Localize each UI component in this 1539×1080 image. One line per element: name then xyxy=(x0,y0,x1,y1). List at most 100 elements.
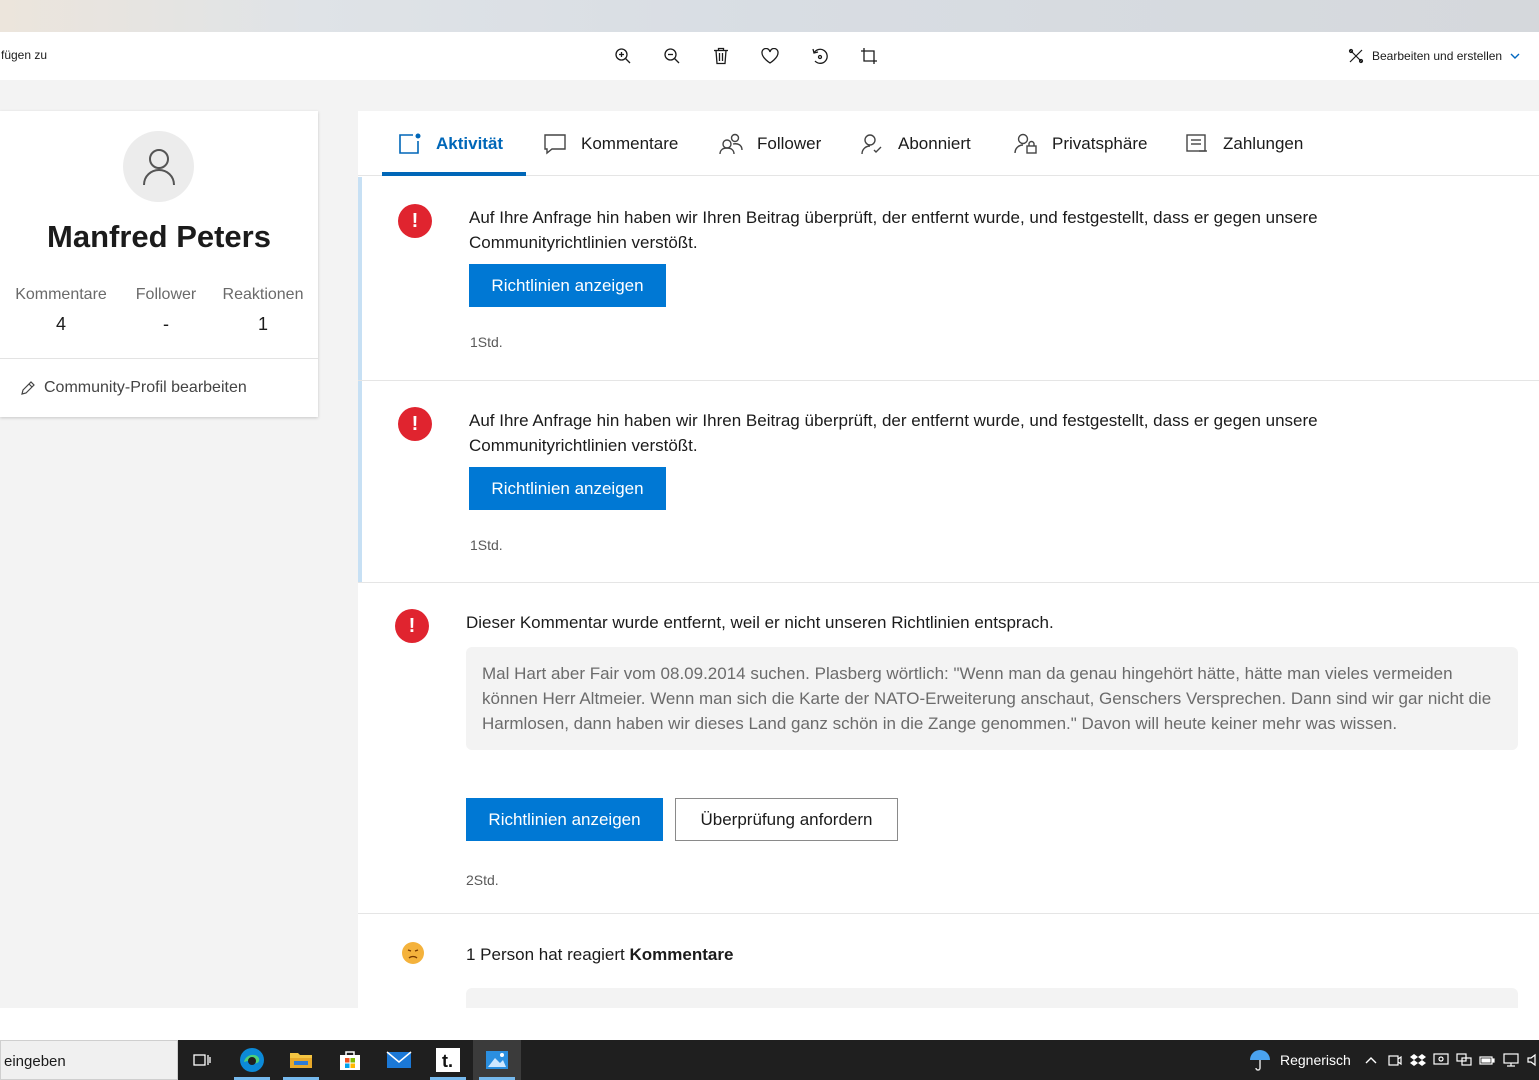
show-hidden-icons-button[interactable] xyxy=(1363,1052,1379,1068)
activity-time: 1Std. xyxy=(470,334,503,350)
task-view-button[interactable] xyxy=(178,1040,226,1080)
tab-followers[interactable]: Follower xyxy=(719,111,821,176)
activity-text: Auf Ihre Anfrage hin haben wir Ihren Bei… xyxy=(469,208,1318,252)
reaction-target[interactable]: Kommentare xyxy=(629,945,733,964)
angry-emoji-icon xyxy=(402,942,424,964)
crop-button[interactable] xyxy=(857,44,881,68)
tab-label: Privatsphäre xyxy=(1052,133,1148,153)
tab-subscribed[interactable]: Abonniert xyxy=(860,111,971,176)
chevron-down-icon xyxy=(1510,53,1520,59)
view-guidelines-button[interactable]: Richtlinien anzeigen xyxy=(466,798,663,841)
content-area: Manfred Peters Kommentare 4 Follower - R… xyxy=(0,80,1539,1008)
trash-icon xyxy=(714,47,728,65)
crop-icon xyxy=(861,48,877,64)
profile-name: Manfred Peters xyxy=(47,219,271,254)
volume-icon xyxy=(1527,1053,1536,1067)
window-bottom-strip xyxy=(0,1008,1539,1040)
stat-reactions: Reaktionen 1 xyxy=(214,286,312,335)
zoom-in-icon xyxy=(615,48,631,64)
activity-time: 1Std. xyxy=(470,537,503,553)
pencil-icon xyxy=(21,381,35,395)
delete-button[interactable] xyxy=(709,44,733,68)
store-button[interactable] xyxy=(326,1040,374,1080)
zoom-out-button[interactable] xyxy=(660,44,684,68)
tray-camera[interactable] xyxy=(1387,1052,1403,1068)
request-review-button[interactable]: Überprüfung anfordern xyxy=(675,798,898,841)
followers-icon xyxy=(719,133,743,154)
add-to-label[interactable]: fügen zu xyxy=(1,48,47,62)
tab-payments[interactable]: Zahlungen xyxy=(1185,111,1303,176)
stat-value: 1 xyxy=(257,314,268,334)
activity-panel: Aktivität Kommentare Follower Abonniert … xyxy=(358,111,1539,1008)
activity-item: ! Dieser Kommentar wurde entfernt, weil … xyxy=(358,583,1539,913)
tab-label: Follower xyxy=(757,133,822,153)
mail-button[interactable] xyxy=(375,1040,423,1080)
activity-icon xyxy=(399,133,421,154)
taskbar: eingeben t. Regnerisch xyxy=(0,1040,1539,1080)
activity-text: Dieser Kommentar wurde entfernt, weil er… xyxy=(466,613,1054,632)
tray-monitor[interactable] xyxy=(1503,1052,1519,1068)
photos-icon xyxy=(486,1051,508,1069)
file-explorer-button[interactable] xyxy=(277,1040,325,1080)
edit-create-icon xyxy=(1348,48,1364,64)
tray-display[interactable] xyxy=(1433,1052,1449,1068)
profile-divider xyxy=(0,358,318,359)
tab-activity[interactable]: Aktivität xyxy=(398,111,503,176)
view-guidelines-button[interactable]: Richtlinien anzeigen xyxy=(469,467,666,510)
zoom-in-button[interactable] xyxy=(611,44,635,68)
edit-create-label: Bearbeiten und erstellen xyxy=(1372,49,1503,63)
task-view-icon xyxy=(193,1054,211,1066)
tab-privacy[interactable]: Privatsphäre xyxy=(1014,111,1147,176)
tray-network[interactable] xyxy=(1456,1052,1472,1068)
tray-dropbox[interactable] xyxy=(1410,1052,1426,1068)
reaction-text: 1 Person hat reagiert Kommentare xyxy=(466,942,1426,967)
network-icon xyxy=(1456,1053,1472,1066)
svg-text:t.: t. xyxy=(442,1051,453,1071)
favorite-button[interactable] xyxy=(758,44,782,68)
activity-time: 2Std. xyxy=(466,872,499,888)
weather-widget[interactable]: Regnerisch xyxy=(1248,1040,1351,1080)
alert-icon: ! xyxy=(398,407,432,441)
folder-icon xyxy=(290,1053,312,1068)
privacy-icon xyxy=(1014,133,1037,154)
activity-item: ! Auf Ihre Anfrage hin haben wir Ihren B… xyxy=(358,177,1539,380)
alert-icon: ! xyxy=(395,609,429,643)
removed-comment-quote: Mal Hart aber Fair vom 08.09.2014 suchen… xyxy=(466,647,1518,750)
tray-battery[interactable] xyxy=(1479,1052,1495,1068)
edit-profile-label: Community-Profil bearbeiten xyxy=(44,379,247,396)
photos-button[interactable] xyxy=(473,1040,521,1080)
payments-icon xyxy=(1186,133,1207,152)
profile-card: Manfred Peters Kommentare 4 Follower - R… xyxy=(0,111,318,417)
view-guidelines-button[interactable]: Richtlinien anzeigen xyxy=(469,264,666,307)
photo-toolbar: fügen zu Bearbeiten und erstellen xyxy=(0,32,1539,80)
heart-icon xyxy=(761,48,779,64)
stat-followers: Follower - xyxy=(122,286,210,335)
alert-icon: ! xyxy=(398,204,432,238)
reaction-count-text: 1 Person hat reagiert xyxy=(466,945,630,964)
edit-profile-link[interactable]: Community-Profil bearbeiten xyxy=(20,379,247,397)
edge-icon xyxy=(240,1048,264,1072)
chevron-up-icon xyxy=(1365,1057,1377,1064)
t-app-button[interactable]: t. xyxy=(424,1040,472,1080)
zoom-out-icon xyxy=(664,48,680,64)
dropbox-icon xyxy=(1410,1054,1426,1066)
edge-button[interactable] xyxy=(228,1040,276,1080)
edit-create-button[interactable]: Bearbeiten und erstellen xyxy=(1348,46,1528,66)
tray-volume[interactable] xyxy=(1525,1052,1539,1068)
store-icon xyxy=(340,1051,360,1070)
weather-label: Regnerisch xyxy=(1280,1052,1351,1068)
avatar xyxy=(123,131,194,202)
mail-icon xyxy=(386,1051,412,1068)
activity-item: 1 Person hat reagiert Kommentare xyxy=(358,914,1539,1008)
stat-label: Kommentare xyxy=(15,286,107,303)
stat-value: 4 xyxy=(55,314,66,334)
tab-comments[interactable]: Kommentare xyxy=(543,111,678,176)
tab-label: Aktivität xyxy=(436,133,504,153)
rotate-button[interactable] xyxy=(808,44,832,68)
tab-label: Zahlungen xyxy=(1223,133,1304,153)
taskbar-search-input[interactable]: eingeben xyxy=(0,1040,178,1080)
stat-label: Follower xyxy=(135,286,197,303)
subscribed-icon xyxy=(861,133,882,154)
battery-icon xyxy=(1479,1056,1495,1065)
stat-value: - xyxy=(163,314,169,334)
